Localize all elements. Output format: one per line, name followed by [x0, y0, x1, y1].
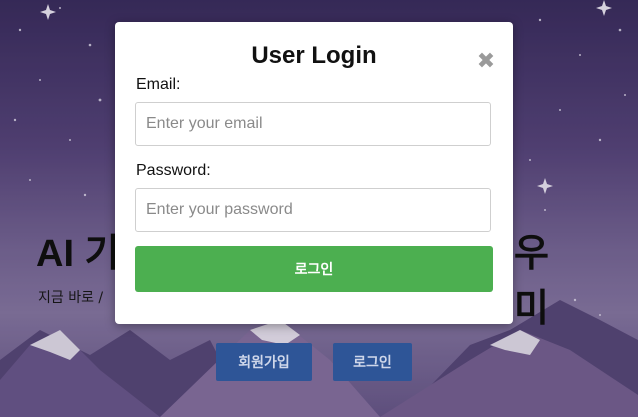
- password-label: Password:: [136, 162, 211, 179]
- email-label: Email:: [136, 76, 181, 93]
- login-modal: User Login ✖ Email: Password: 로그인: [115, 22, 513, 324]
- signup-button[interactable]: 회원가입: [216, 343, 312, 381]
- login-submit-button[interactable]: 로그인: [135, 246, 493, 292]
- modal-title: User Login: [251, 42, 377, 69]
- password-input[interactable]: [135, 188, 491, 232]
- hero-login-button[interactable]: 로그인: [333, 343, 412, 381]
- email-input[interactable]: [135, 102, 491, 146]
- close-icon[interactable]: ✖: [475, 50, 497, 74]
